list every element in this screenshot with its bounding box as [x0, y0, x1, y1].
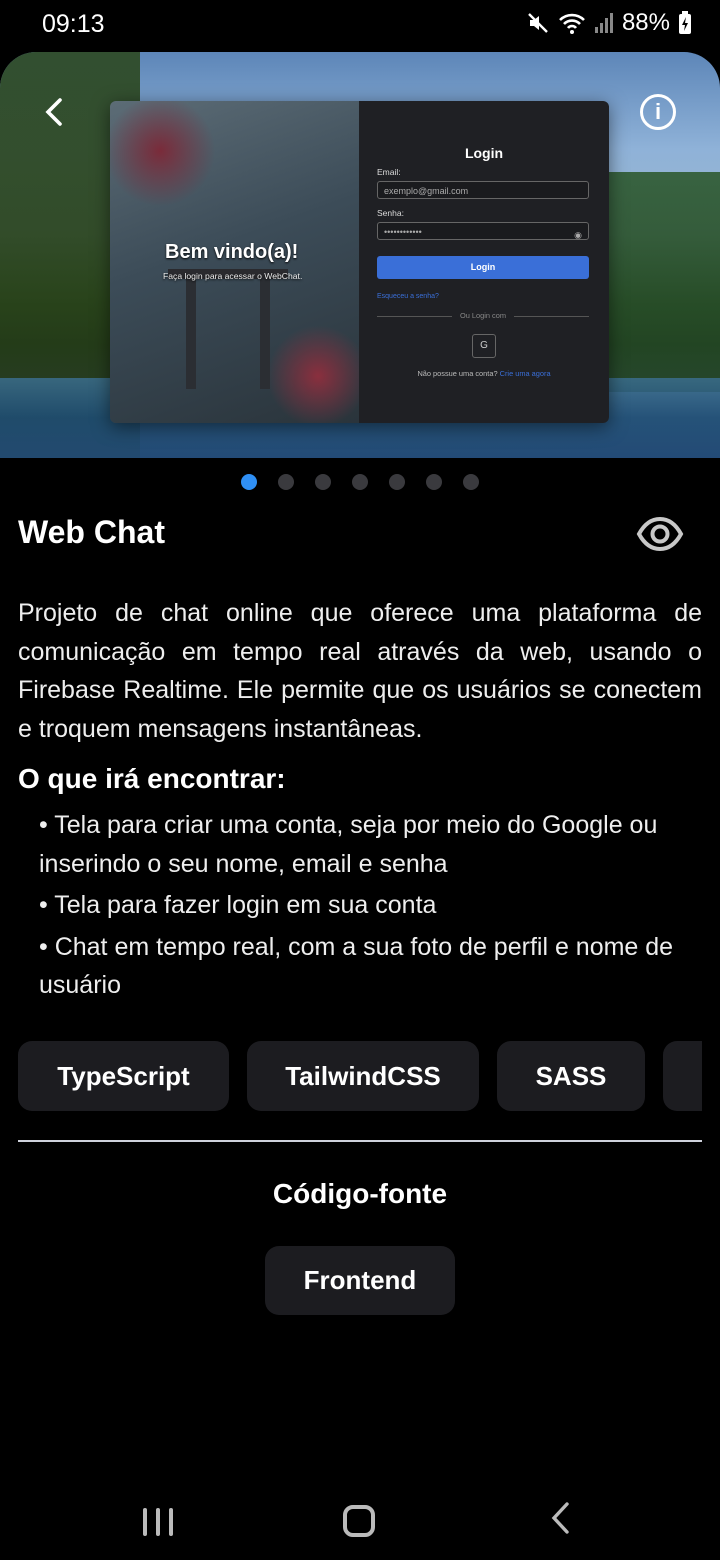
- frontend-button[interactable]: Frontend: [265, 1246, 455, 1315]
- battery-charging-icon: [679, 11, 691, 34]
- feature-item: • Tela para fazer login em sua conta: [39, 891, 437, 919]
- carousel-dot[interactable]: [278, 474, 294, 490]
- preview-email-value: exemplo@gmail.com: [384, 186, 469, 196]
- preview-login-button: Login: [377, 256, 589, 279]
- wifi-icon: [559, 13, 585, 34]
- tech-chip-tailwindcss[interactable]: TailwindCSS: [247, 1041, 479, 1111]
- tech-chip-next[interactable]: [663, 1041, 702, 1111]
- preview-no-account-text: Não possue uma conta?: [417, 369, 498, 378]
- preview-email-label: Email:: [377, 167, 401, 177]
- blossom-decoration: [110, 101, 220, 211]
- preview-create-link: Crie uma agora: [499, 369, 551, 378]
- preview-login-title: Login: [464, 145, 504, 161]
- nav-back-button[interactable]: [548, 1500, 572, 1546]
- preview-google-icon: G: [472, 334, 496, 358]
- carousel-dot[interactable]: [426, 474, 442, 490]
- carousel-dot[interactable]: [315, 474, 331, 490]
- preview-eye-icon: ◉: [574, 230, 582, 240]
- app-preview-screenshot: Bem vindo(a)! Faça login para acessar o …: [110, 101, 609, 423]
- torii-gate: [168, 269, 288, 399]
- tech-chips: TypeScript TailwindCSS SASS: [18, 1041, 702, 1111]
- status-time: 09:13: [42, 10, 105, 38]
- feature-item: • Tela para criar uma conta, seja por me…: [39, 811, 658, 878]
- feature-item: • Chat em tempo real, com a sua foto de …: [39, 932, 674, 1000]
- home-button[interactable]: [343, 1505, 375, 1537]
- eye-icon[interactable]: [636, 514, 684, 554]
- info-icon: i: [654, 99, 662, 124]
- recent-apps-button[interactable]: [143, 1508, 173, 1536]
- tech-chip-typescript[interactable]: TypeScript: [18, 1041, 229, 1111]
- preview-email-field: exemplo@gmail.com: [377, 181, 589, 199]
- signal-icon: [594, 13, 613, 33]
- status-icons: 88%: [526, 9, 692, 37]
- mute-icon: [528, 13, 548, 33]
- battery-text: 88%: [621, 9, 670, 36]
- forest-right: [600, 172, 720, 392]
- preview-forgot-link: Esqueceu a senha?: [377, 293, 439, 300]
- tech-chip-sass[interactable]: SASS: [497, 1041, 645, 1111]
- preview-welcome-sub: Faça login para acessar o WebChat.: [163, 271, 303, 281]
- project-title: Web Chat: [18, 514, 165, 550]
- preview-password-field: •••••••••••• ◉: [377, 222, 589, 240]
- carousel-indicator: [0, 474, 720, 490]
- chevron-left-icon: [551, 1502, 569, 1534]
- preview-login-panel: Login Email: exemplo@gmail.com Senha: ••…: [359, 101, 609, 423]
- preview-or-text: Ou Login com: [459, 311, 506, 320]
- preview-welcome: Bem vindo(a)!: [165, 241, 299, 263]
- divider: [18, 1140, 702, 1142]
- preview-password-label: Senha:: [377, 208, 404, 218]
- preview-no-account: Não possue uma conta? Crie uma agora: [359, 369, 609, 378]
- carousel-dot[interactable]: [389, 474, 405, 490]
- status-bar: 09:13 88%: [0, 0, 720, 52]
- features-heading: O que irá encontrar:: [18, 763, 286, 794]
- carousel-dot[interactable]: [352, 474, 368, 490]
- navigation-bar: [0, 1482, 720, 1560]
- preview-password-value: ••••••••••••: [384, 227, 422, 237]
- back-button[interactable]: [34, 90, 74, 134]
- carousel-dot[interactable]: [241, 474, 257, 490]
- carousel-dot[interactable]: [463, 474, 479, 490]
- features-list: • Tela para criar uma conta, seja por me…: [39, 806, 699, 1008]
- project-description: Projeto de chat online que oferece uma p…: [18, 599, 702, 743]
- source-code-title: Código-fonte: [272, 1178, 448, 1209]
- info-button[interactable]: i: [640, 94, 676, 130]
- chevron-left-icon: [45, 98, 62, 126]
- preview-left-panel: Bem vindo(a)! Faça login para acessar o …: [110, 101, 373, 423]
- preview-or-divider: Ou Login com: [377, 311, 589, 320]
